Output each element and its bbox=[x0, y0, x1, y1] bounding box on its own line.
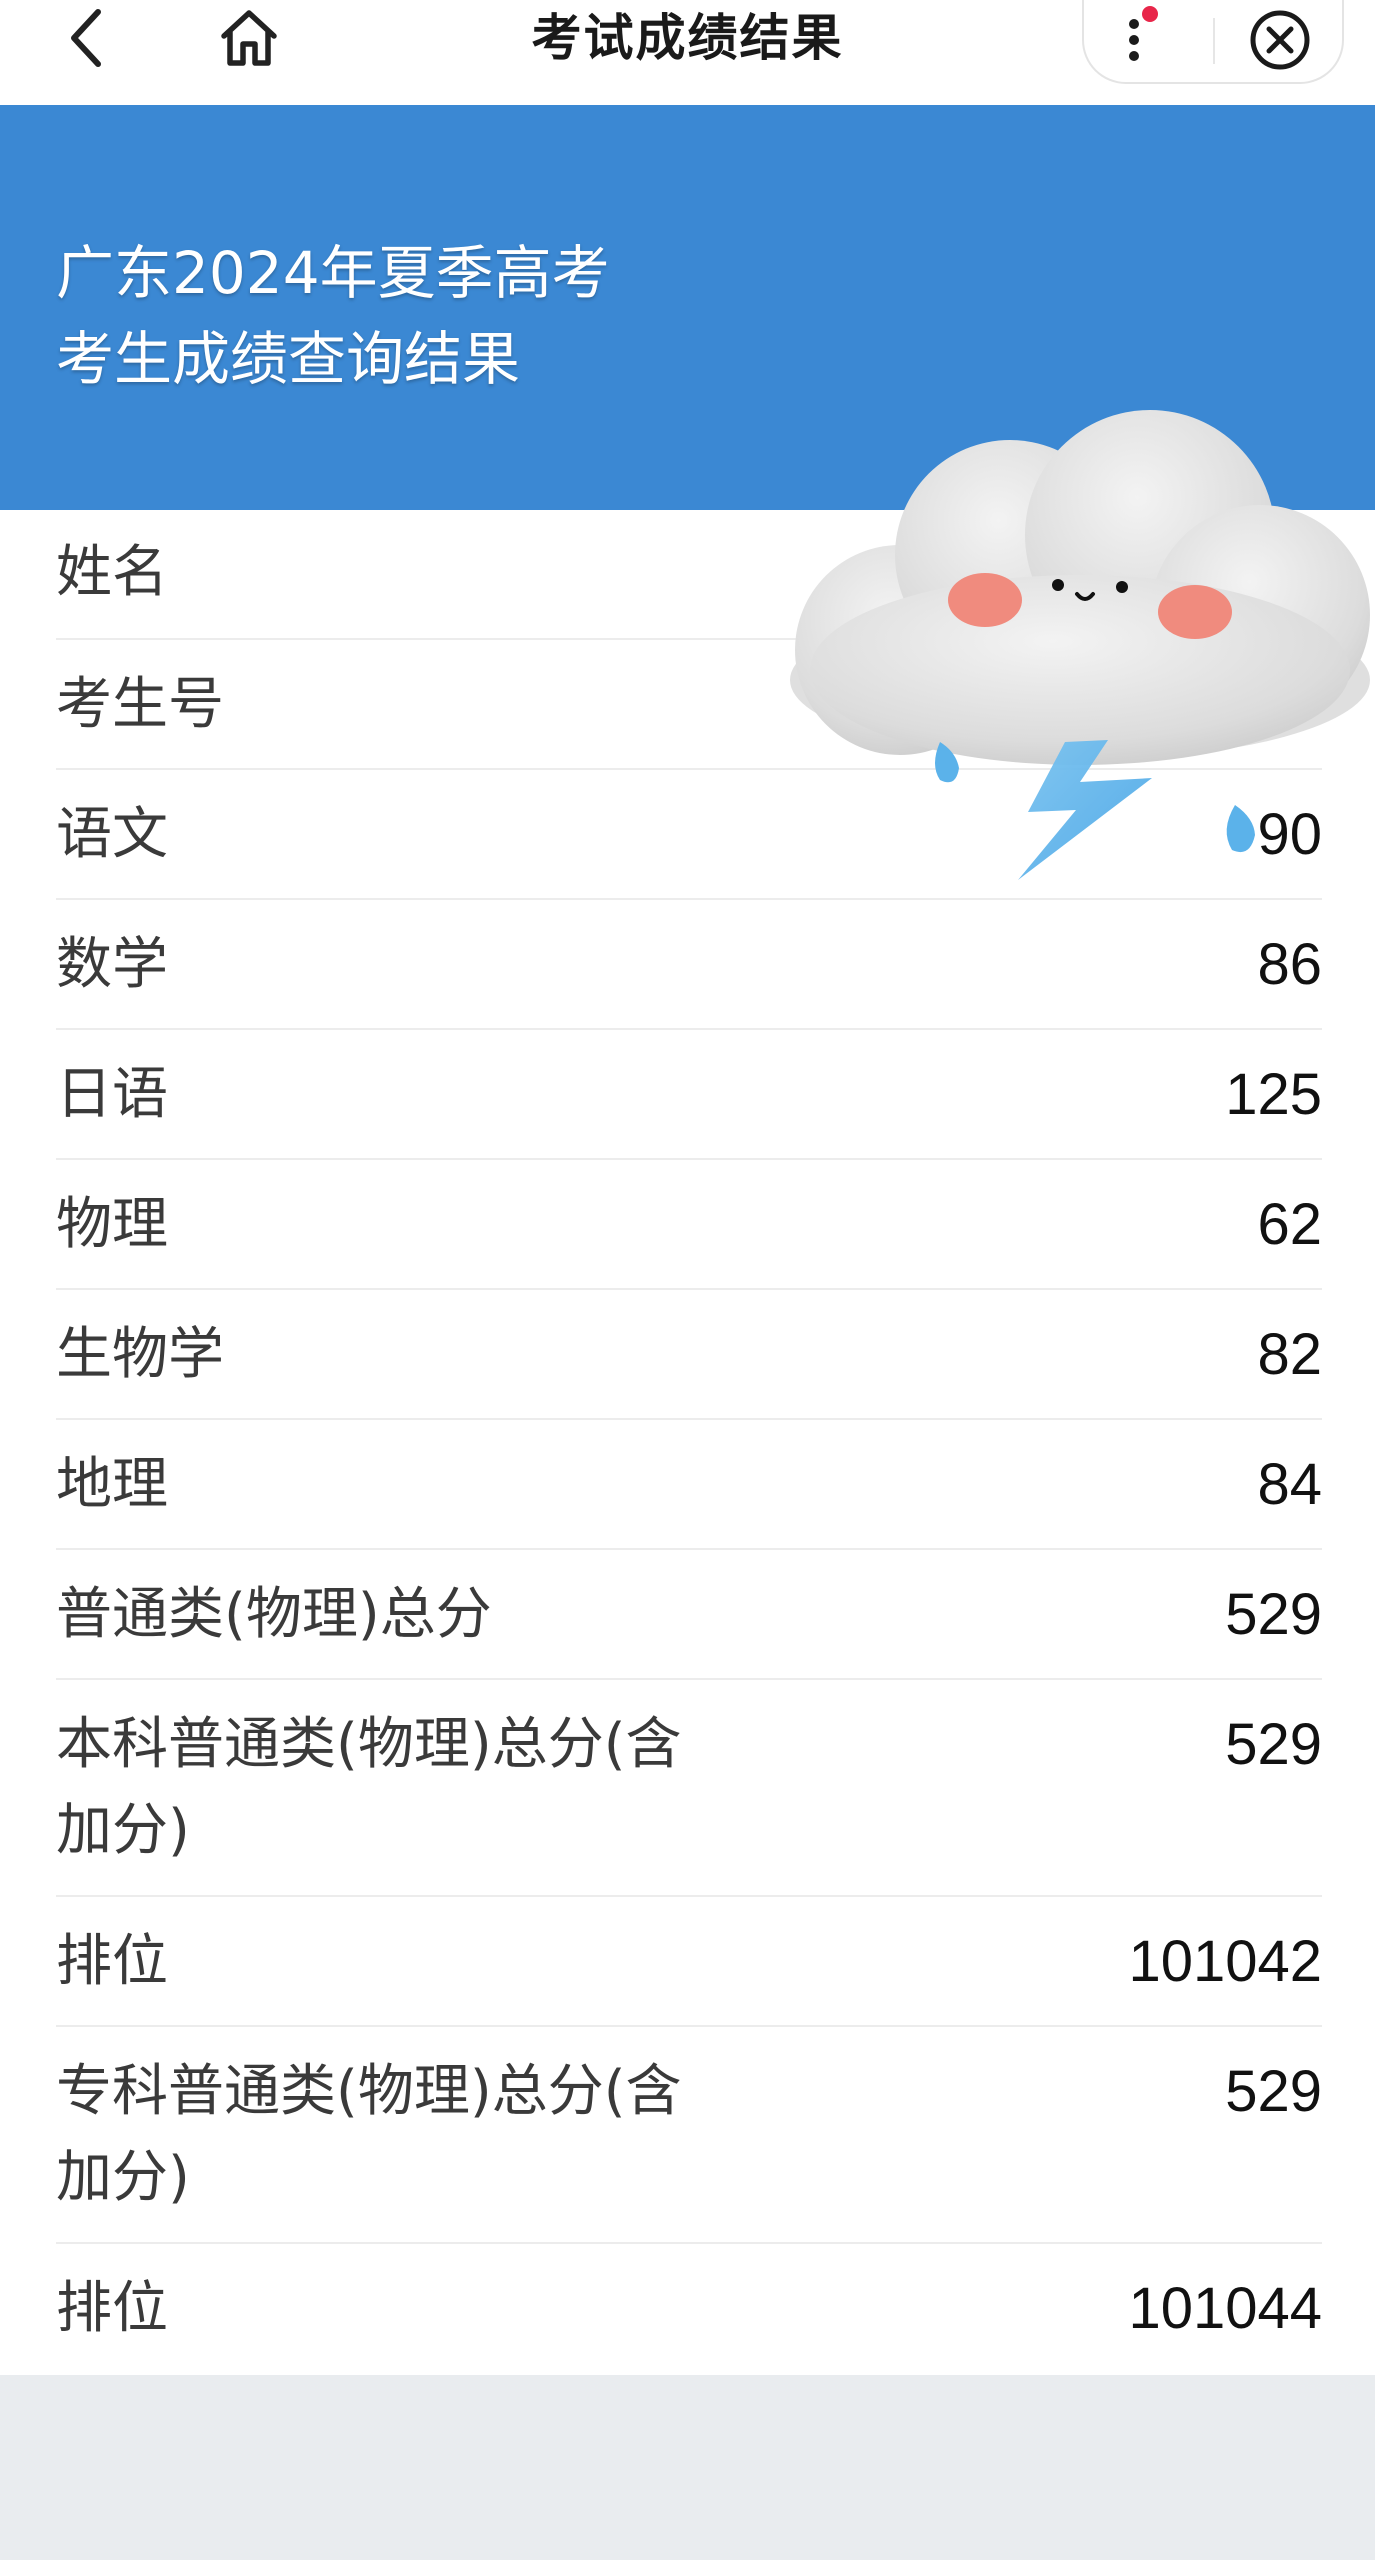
list-item: 语文 90 bbox=[56, 770, 1322, 900]
result-heading: 广东2024年夏季高考 考生成绩查询结果 bbox=[56, 230, 610, 402]
list-item: 地理 84 bbox=[56, 1420, 1322, 1550]
row-label: 语文 bbox=[56, 802, 168, 867]
row-label: 地理 bbox=[56, 1452, 168, 1517]
result-header: 广东2024年夏季高考 考生成绩查询结果 bbox=[0, 105, 1375, 510]
row-value: 529 bbox=[1225, 1582, 1322, 1647]
row-value: 101044 bbox=[1128, 2276, 1322, 2341]
row-label: 姓名 bbox=[56, 540, 168, 605]
list-item: 生物学 82 bbox=[56, 1290, 1322, 1420]
list-item: 考生号 bbox=[56, 640, 1322, 770]
heading-line-1: 广东2024年夏季高考 bbox=[56, 239, 610, 307]
list-item: 普通类(物理)总分 529 bbox=[56, 1550, 1322, 1680]
row-label: 专科普通类(物理)总分(含加分) bbox=[56, 2059, 682, 2210]
row-value: 82 bbox=[1257, 1322, 1322, 1387]
row-value: 86 bbox=[1257, 932, 1322, 997]
row-value: 529 bbox=[1225, 1712, 1322, 1777]
row-value: 62 bbox=[1257, 1192, 1322, 1257]
list-item: 排位 101044 bbox=[56, 2244, 1322, 2374]
list-item: 数学 86 bbox=[56, 900, 1322, 1030]
list-item: 本科普通类(物理)总分(含加分) 529 bbox=[56, 1680, 1322, 1897]
row-label: 本科普通类(物理)总分(含加分) bbox=[56, 1712, 682, 1863]
row-label: 日语 bbox=[56, 1062, 168, 1127]
heading-line-2: 考生成绩查询结果 bbox=[56, 325, 521, 393]
mini-program-capsule bbox=[1082, 0, 1344, 84]
list-item: 日语 125 bbox=[56, 1030, 1322, 1160]
row-value: 84 bbox=[1257, 1452, 1322, 1517]
list-item: 姓名 bbox=[56, 510, 1322, 640]
row-label: 物理 bbox=[56, 1192, 168, 1257]
more-vertical-icon[interactable] bbox=[1114, 2, 1194, 72]
row-label: 排位 bbox=[56, 2276, 168, 2341]
score-list: 姓名 考生号 语文 90 数学 86 日语 125 物理 62 生物学 82 地… bbox=[0, 510, 1375, 2375]
row-value: 90 bbox=[1257, 802, 1322, 867]
row-label: 考生号 bbox=[56, 672, 224, 737]
top-nav-bar: 考试成绩结果 bbox=[0, 0, 1375, 105]
row-label: 生物学 bbox=[56, 1322, 224, 1387]
row-label: 普通类(物理)总分 bbox=[56, 1582, 492, 1647]
list-item: 物理 62 bbox=[56, 1160, 1322, 1290]
row-value: 101042 bbox=[1128, 1929, 1322, 1994]
row-label: 数学 bbox=[56, 932, 168, 997]
capsule-divider bbox=[1213, 18, 1215, 64]
list-item: 排位 101042 bbox=[56, 1897, 1322, 2027]
row-value: 529 bbox=[1225, 2059, 1322, 2124]
list-item: 专科普通类(物理)总分(含加分) 529 bbox=[56, 2027, 1322, 2244]
notification-dot bbox=[1142, 6, 1158, 22]
row-value: 125 bbox=[1225, 1062, 1322, 1127]
row-label: 排位 bbox=[56, 1929, 168, 1994]
close-circle-icon[interactable] bbox=[1242, 2, 1318, 78]
